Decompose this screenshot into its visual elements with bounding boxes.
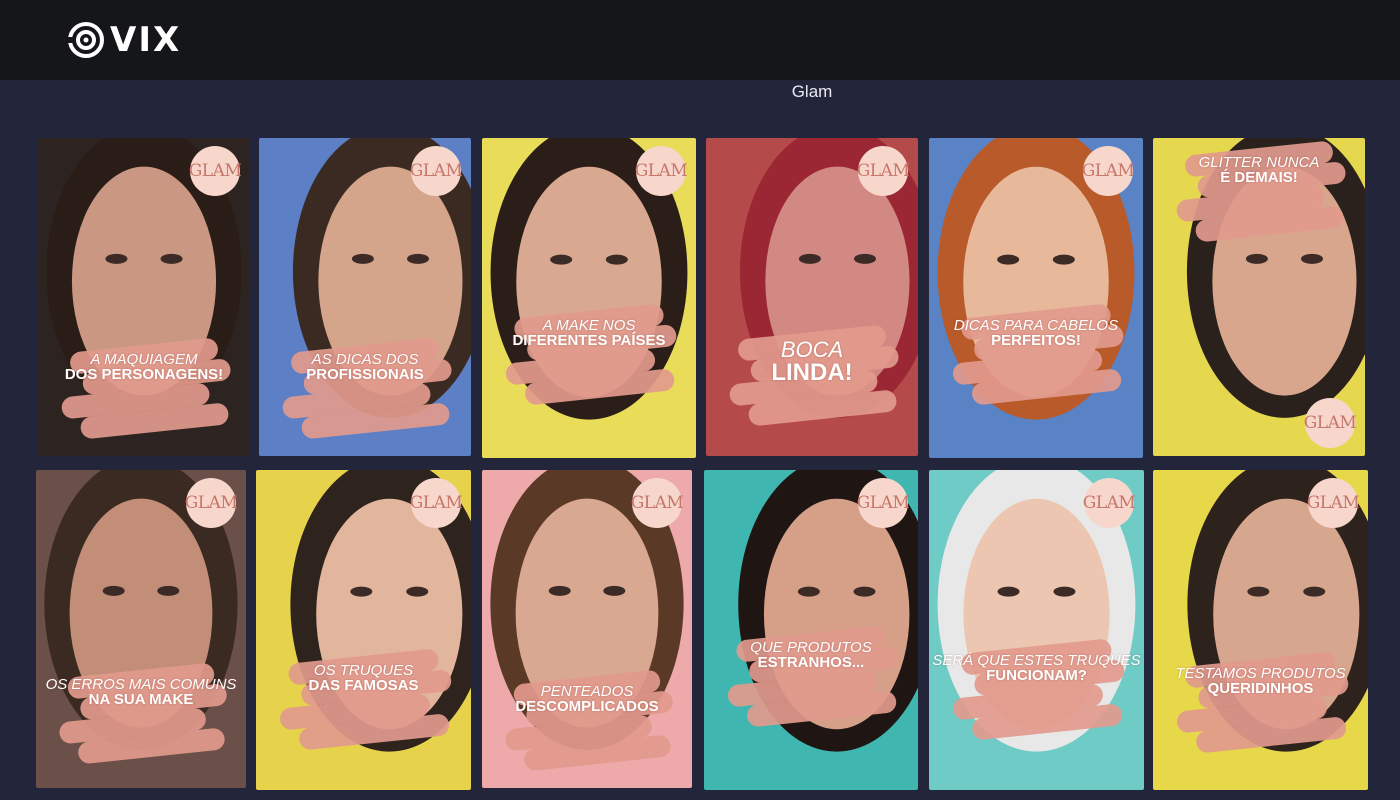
caption-line-1: OS ERROS MAIS COMUNS bbox=[45, 676, 237, 694]
caption-line-2: NA SUA MAKE bbox=[88, 691, 194, 709]
glam-badge: GLAM bbox=[1083, 478, 1136, 528]
glam-badge: GLAM bbox=[185, 478, 238, 528]
glam-badge: GLAM bbox=[857, 478, 910, 528]
caption-line-1: BOCA bbox=[780, 336, 844, 362]
video-card[interactable]: AS DICAS DOS PROFISSIONAIS GLAM bbox=[259, 138, 471, 456]
caption-line-1: A MAQUIAGEM bbox=[90, 350, 198, 368]
caption-line-2: FUNCIONAM? bbox=[986, 667, 1087, 685]
caption-line-1: GLITTER NUNCA bbox=[1198, 153, 1320, 171]
caption-line-1: SERÁ QUE ESTES TRUQUES bbox=[932, 652, 1141, 670]
video-caption: A MAQUIAGEM DOS PERSONAGENS! bbox=[38, 352, 250, 382]
video-caption: BOCA LINDA! bbox=[706, 336, 918, 386]
caption-line-1: PENTEADOS bbox=[540, 682, 634, 700]
video-card[interactable]: QUE PRODUTOS ESTRANHOS... GLAM bbox=[704, 470, 918, 790]
caption-line-2: DIFERENTES PAÍSES bbox=[512, 332, 666, 349]
caption-line-2: PROFISSIONAIS bbox=[306, 365, 424, 383]
caption-line-1: AS DICAS DOS bbox=[311, 350, 419, 368]
video-card[interactable]: TESTAMOS PRODUTOS QUERIDINHOS GLAM bbox=[1153, 470, 1368, 790]
video-caption: PENTEADOS DESCOMPLICADOS bbox=[482, 684, 692, 714]
video-caption: SERÁ QUE ESTES TRUQUES FUNCIONAM? bbox=[929, 653, 1144, 683]
glam-badge: GLAM bbox=[1304, 398, 1357, 448]
caption-line-1: A MAKE NOS bbox=[542, 317, 636, 334]
caption-line-1: OS TRUQUES bbox=[313, 661, 414, 679]
video-caption: OS ERROS MAIS COMUNS NA SUA MAKE bbox=[36, 677, 246, 707]
caption-line-2: ESTRANHOS... bbox=[757, 654, 865, 672]
video-card[interactable]: BOCA LINDA! GLAM bbox=[706, 138, 918, 456]
glam-badge: GLAM bbox=[410, 146, 463, 196]
video-card[interactable]: PENTEADOS DESCOMPLICADOS GLAM bbox=[482, 470, 692, 788]
caption-line-2: QUERIDINHOS bbox=[1207, 680, 1314, 697]
glam-badge: GLAM bbox=[1082, 146, 1135, 196]
glam-badge: GLAM bbox=[189, 146, 242, 196]
caption-line-2: É DEMAIS! bbox=[1220, 168, 1298, 186]
video-caption: TESTAMOS PRODUTOS QUERIDINHOS bbox=[1153, 666, 1368, 696]
glam-badge: GLAM bbox=[410, 478, 463, 528]
video-card[interactable]: OS TRUQUES DAS FAMOSAS GLAM bbox=[256, 470, 471, 790]
caption-line-2: DOS PERSONAGENS! bbox=[64, 365, 224, 383]
caption-line-2: DAS FAMOSAS bbox=[308, 676, 419, 694]
glam-badge: GLAM bbox=[1307, 478, 1360, 528]
video-caption: GLITTER NUNCA É DEMAIS! bbox=[1153, 155, 1365, 185]
video-card[interactable]: A MAQUIAGEM DOS PERSONAGENS! GLAM bbox=[38, 138, 250, 456]
video-caption: OS TRUQUES DAS FAMOSAS bbox=[256, 663, 471, 693]
glam-badge: GLAM bbox=[635, 146, 688, 196]
caption-line-1: DICAS PARA CABELOS bbox=[953, 317, 1119, 334]
video-caption: AS DICAS DOS PROFISSIONAIS bbox=[259, 352, 471, 382]
caption-line-1: TESTAMOS PRODUTOS bbox=[1175, 665, 1346, 682]
caption-line-2: LINDA! bbox=[771, 358, 853, 386]
video-caption: A MAKE NOS DIFERENTES PAÍSES bbox=[482, 318, 696, 348]
caption-line-2: DESCOMPLICADOS bbox=[515, 697, 659, 715]
caption-line-1: QUE PRODUTOS bbox=[750, 639, 872, 657]
glam-badge: GLAM bbox=[631, 478, 684, 528]
video-card[interactable]: GLITTER NUNCA É DEMAIS! GLAM bbox=[1153, 138, 1365, 456]
video-card[interactable]: A MAKE NOS DIFERENTES PAÍSES GLAM bbox=[482, 138, 696, 458]
caption-line-2: PERFEITOS! bbox=[991, 332, 1081, 349]
video-card[interactable]: DICAS PARA CABELOS PERFEITOS! GLAM bbox=[929, 138, 1143, 458]
video-caption: DICAS PARA CABELOS PERFEITOS! bbox=[929, 318, 1143, 348]
video-card[interactable]: SERÁ QUE ESTES TRUQUES FUNCIONAM? GLAM bbox=[929, 470, 1144, 790]
video-card[interactable]: OS ERROS MAIS COMUNS NA SUA MAKE GLAM bbox=[36, 470, 246, 788]
glam-badge: GLAM bbox=[857, 146, 910, 196]
video-caption: QUE PRODUTOS ESTRANHOS... bbox=[704, 640, 918, 670]
video-grid: A MAQUIAGEM DOS PERSONAGENS! GLAM AS DICAS … bbox=[0, 0, 1400, 800]
